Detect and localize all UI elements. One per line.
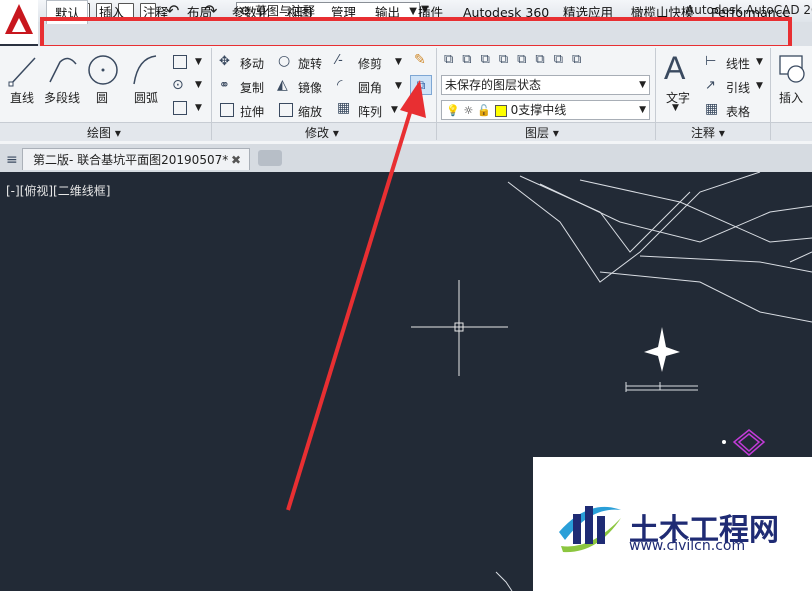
civilcn-logo-icon	[559, 506, 621, 553]
watermark-url: www.civilcn.com	[629, 538, 746, 554]
